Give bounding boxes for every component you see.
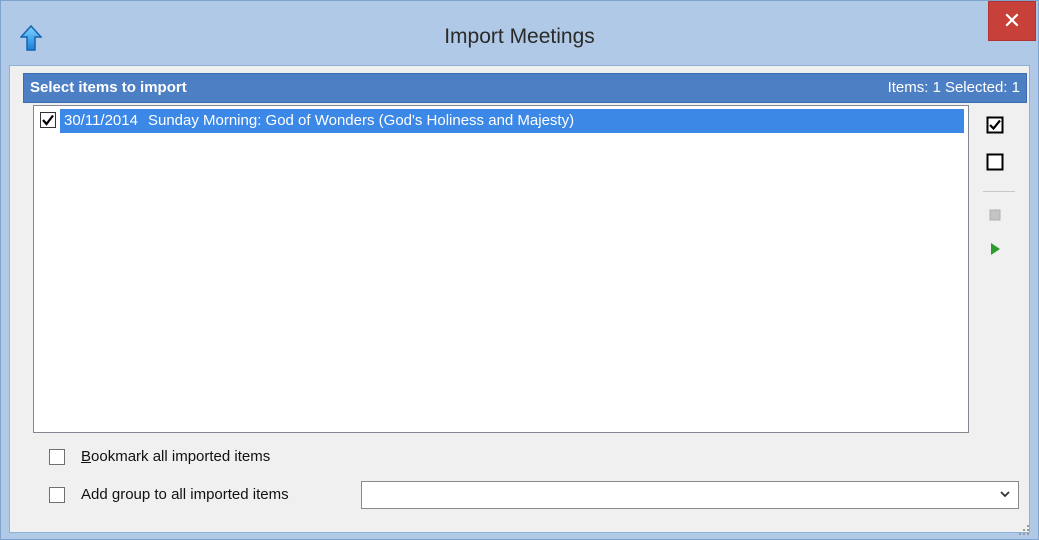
item-title: Sunday Morning: God of Wonders (God's Ho… [147,112,575,129]
stop-icon [989,209,1001,221]
play-button[interactable] [983,237,1007,261]
uncheck-all-icon [986,153,1004,171]
add-group-label-pre: Add [81,486,112,503]
check-all-icon [986,116,1004,134]
items-count: Items: 1 [887,79,941,96]
add-group-accel: g [111,486,121,503]
item-label[interactable]: 30/11/2014 Sunday Morning: God of Wonders… [60,109,964,133]
check-all-button[interactable] [983,113,1007,137]
add-group-label[interactable]: Add group to all imported items [81,486,289,503]
close-icon: ✕ [1002,8,1022,33]
toolbar-divider [983,191,1015,192]
chevron-down-icon[interactable] [998,487,1012,501]
bookmark-label[interactable]: Bookmark all imported items [81,448,270,465]
bookmark-label-text: ookmark all imported items [91,448,271,465]
window-title: Import Meetings [444,25,595,48]
import-meetings-window: Import Meetings ✕ Select items to import… [0,0,1039,540]
panel-counts: Items: 1 Selected: 1 [884,79,1020,96]
group-combo[interactable] [361,481,1019,509]
bookmark-checkbox[interactable] [49,449,65,465]
uncheck-all-button[interactable] [983,150,1007,174]
title-bar[interactable]: Import Meetings ✕ [1,1,1038,65]
add-group-label-post: roup to all imported items [120,486,289,503]
resize-grip-icon[interactable] [1017,523,1031,535]
add-group-checkbox[interactable] [49,487,65,503]
side-toolbar [971,105,1019,433]
options-area: Bookmark all imported items Add group to… [33,433,1023,529]
import-items-list[interactable]: 30/11/2014 Sunday Morning: God of Wonders… [33,105,969,433]
play-icon [991,243,1000,255]
selected-count: Selected: 1 [944,79,1020,96]
bookmark-accel: B [81,448,92,465]
item-checkbox[interactable] [40,112,56,128]
item-date: 30/11/2014 [64,112,138,129]
close-button[interactable]: ✕ [988,1,1036,41]
list-item[interactable]: 30/11/2014 Sunday Morning: God of Wonders… [36,109,966,133]
checkmark-icon [42,114,54,126]
panel-header: Select items to import Items: 1 Selected:… [23,73,1027,103]
stop-button[interactable] [983,203,1007,227]
panel-title: Select items to import [30,79,187,96]
